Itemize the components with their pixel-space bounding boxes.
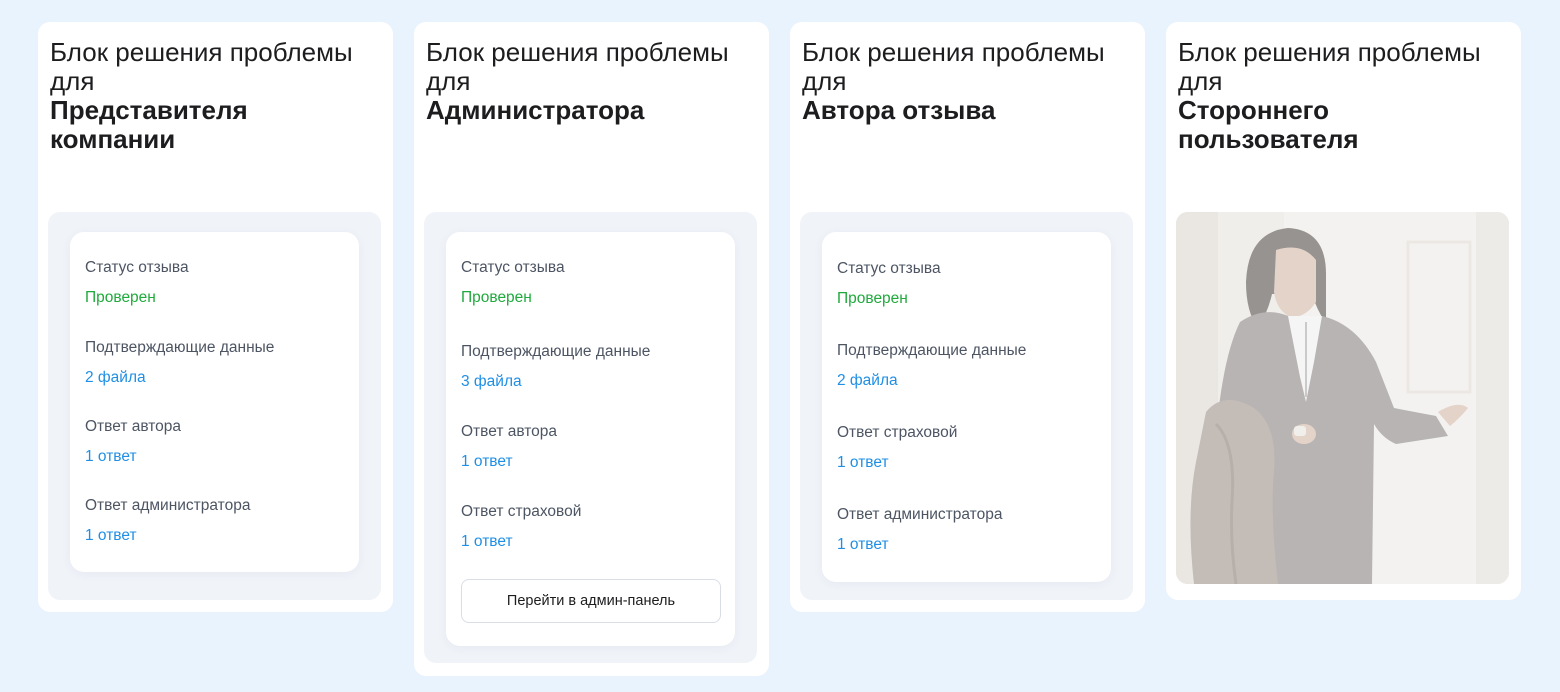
- field-label: Статус отзыва: [461, 259, 565, 276]
- field-label: Подтверждающие данные: [85, 339, 275, 356]
- field-admin-reply: Ответ администратора 1 ответ: [85, 496, 345, 546]
- solution-panel: Статус отзыва Проверен Подтверждающие да…: [48, 212, 381, 600]
- files-link[interactable]: 3 файла: [461, 372, 721, 392]
- field-author-reply: Ответ автора 1 ответ: [461, 422, 721, 472]
- reply-link[interactable]: 1 ответ: [85, 526, 345, 546]
- status-value: Проверен: [461, 289, 532, 306]
- field-label: Статус отзыва: [85, 259, 189, 276]
- confused-man-illustration: [1176, 212, 1509, 584]
- field-label: Ответ страховой: [837, 424, 958, 441]
- field-supporting-data: Подтверждающие данные 2 файла: [85, 338, 345, 388]
- field-supporting-data: Подтверждающие данные 3 файла: [461, 342, 721, 392]
- review-info-card: Статус отзыва Проверен Подтверждающие да…: [822, 232, 1111, 582]
- card-title-prefix: Блок решения проблемы для: [1178, 37, 1481, 96]
- reply-link[interactable]: 1 ответ: [461, 532, 721, 552]
- card-company-representative: Блок решения проблемы для Представителя …: [38, 22, 393, 612]
- card-title: Блок решения проблемы для Автора отзыва: [802, 38, 1132, 125]
- card-title: Блок решения проблемы для Представителя …: [50, 38, 380, 154]
- field-label: Ответ автора: [85, 418, 182, 435]
- field-insurer-reply: Ответ страховой 1 ответ: [461, 502, 721, 552]
- files-link[interactable]: 2 файла: [837, 371, 1097, 391]
- field-label: Ответ администратора: [837, 506, 1003, 523]
- review-info-card: Статус отзыва Проверен Подтверждающие да…: [70, 232, 359, 572]
- card-title-role: Администратора: [426, 95, 645, 125]
- confused-man-photo: [1176, 212, 1509, 584]
- go-to-admin-panel-button[interactable]: Перейти в админ-панель: [461, 579, 721, 623]
- card-title-role: Стороннего пользователя: [1178, 95, 1359, 154]
- field-label: Ответ администратора: [85, 497, 251, 514]
- card-third-party-user: Блок решения проблемы для Стороннего пол…: [1166, 22, 1521, 600]
- card-review-author: Блок решения проблемы для Автора отзыва …: [790, 22, 1145, 612]
- field-label: Подтверждающие данные: [461, 343, 651, 360]
- card-title-role: Представителя компании: [50, 95, 248, 154]
- field-review-status: Статус отзыва Проверен: [461, 258, 721, 308]
- status-value: Проверен: [837, 290, 908, 307]
- field-admin-reply: Ответ администратора 1 ответ: [837, 505, 1097, 555]
- card-title: Блок решения проблемы для Администратора: [426, 38, 756, 125]
- card-title-prefix: Блок решения проблемы для: [802, 37, 1105, 96]
- field-label: Статус отзыва: [837, 260, 941, 277]
- card-title: Блок решения проблемы для Стороннего пол…: [1178, 38, 1508, 154]
- field-review-status: Статус отзыва Проверен: [837, 259, 1097, 309]
- field-insurer-reply: Ответ страховой 1 ответ: [837, 423, 1097, 473]
- card-administrator: Блок решения проблемы для Администратора…: [414, 22, 769, 676]
- field-label: Ответ автора: [461, 423, 558, 440]
- field-review-status: Статус отзыва Проверен: [85, 258, 345, 308]
- solution-panel: Статус отзыва Проверен Подтверждающие да…: [800, 212, 1133, 600]
- solution-panel: Статус отзыва Проверен Подтверждающие да…: [424, 212, 757, 663]
- reply-link[interactable]: 1 ответ: [461, 452, 721, 472]
- field-label: Ответ страховой: [461, 503, 582, 520]
- card-title-prefix: Блок решения проблемы для: [426, 37, 729, 96]
- field-author-reply: Ответ автора 1 ответ: [85, 417, 345, 467]
- card-title-role: Автора отзыва: [802, 95, 996, 125]
- files-link[interactable]: 2 файла: [85, 368, 345, 388]
- reply-link[interactable]: 1 ответ: [837, 453, 1097, 473]
- status-value: Проверен: [85, 289, 156, 306]
- review-info-card: Статус отзыва Проверен Подтверждающие да…: [446, 232, 735, 646]
- field-supporting-data: Подтверждающие данные 2 файла: [837, 341, 1097, 391]
- reply-link[interactable]: 1 ответ: [837, 535, 1097, 555]
- card-title-prefix: Блок решения проблемы для: [50, 37, 353, 96]
- reply-link[interactable]: 1 ответ: [85, 447, 345, 467]
- field-label: Подтверждающие данные: [837, 342, 1027, 359]
